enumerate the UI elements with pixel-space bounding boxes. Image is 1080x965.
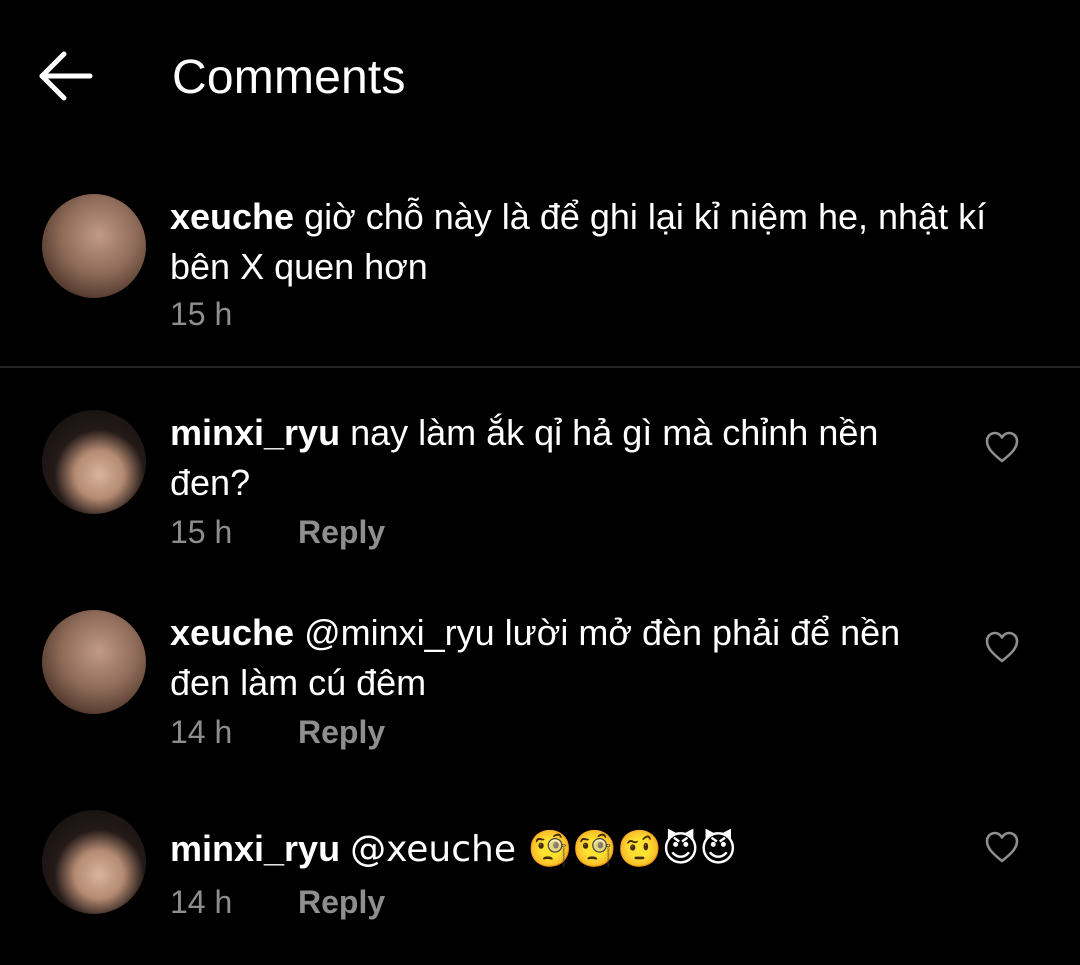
like-button[interactable] bbox=[984, 630, 1020, 664]
heart-outline-icon bbox=[985, 831, 1019, 863]
comment-username[interactable]: xeuche bbox=[170, 612, 294, 653]
reply-button[interactable]: Reply bbox=[298, 884, 385, 920]
header-bar: Comments bbox=[0, 0, 1080, 150]
avatar[interactable] bbox=[42, 810, 146, 914]
reply-button[interactable]: Reply bbox=[298, 514, 385, 550]
comment-text-block: xeuche giờ chỗ này là để ghi lại kỉ niệm … bbox=[170, 192, 1050, 292]
reply-button[interactable]: Reply bbox=[298, 714, 385, 750]
comment-meta: 15 h Reply bbox=[170, 512, 385, 552]
heart-outline-icon bbox=[985, 431, 1019, 463]
comment-text-block: minxi_ryu @xeuche 🧐🧐🤨😈😈 bbox=[170, 824, 930, 875]
avatar[interactable] bbox=[42, 610, 146, 714]
comment-time: 15 h bbox=[170, 514, 233, 550]
comment-meta: 15 h bbox=[170, 294, 298, 334]
heart-outline-icon bbox=[985, 631, 1019, 663]
comment-username[interactable]: minxi_ryu bbox=[170, 412, 340, 453]
avatar[interactable] bbox=[42, 194, 146, 298]
comment-username[interactable]: minxi_ryu bbox=[170, 828, 340, 869]
avatar[interactable] bbox=[42, 410, 146, 514]
comment-text-block: xeuche @minxi_ryu lười mở đèn phải để nền… bbox=[170, 608, 930, 708]
like-button[interactable] bbox=[984, 830, 1020, 864]
page-title: Comments bbox=[172, 51, 406, 104]
comment-text-block: minxi_ryu nay làm ắk qỉ hả gì mà chỉnh nề… bbox=[170, 408, 930, 508]
comment-time: 15 h bbox=[170, 296, 233, 332]
divider bbox=[0, 366, 1080, 368]
comment-time: 14 h bbox=[170, 884, 233, 920]
back-button[interactable] bbox=[34, 46, 98, 106]
comment-username[interactable]: xeuche bbox=[170, 196, 294, 237]
comment-time: 14 h bbox=[170, 714, 233, 750]
comment-text: @xeuche 🧐🧐🤨😈😈 bbox=[350, 829, 737, 870]
comment-meta: 14 h Reply bbox=[170, 712, 385, 752]
like-button[interactable] bbox=[984, 430, 1020, 464]
comment-meta: 14 h Reply bbox=[170, 882, 385, 922]
arrow-left-icon bbox=[39, 51, 93, 101]
